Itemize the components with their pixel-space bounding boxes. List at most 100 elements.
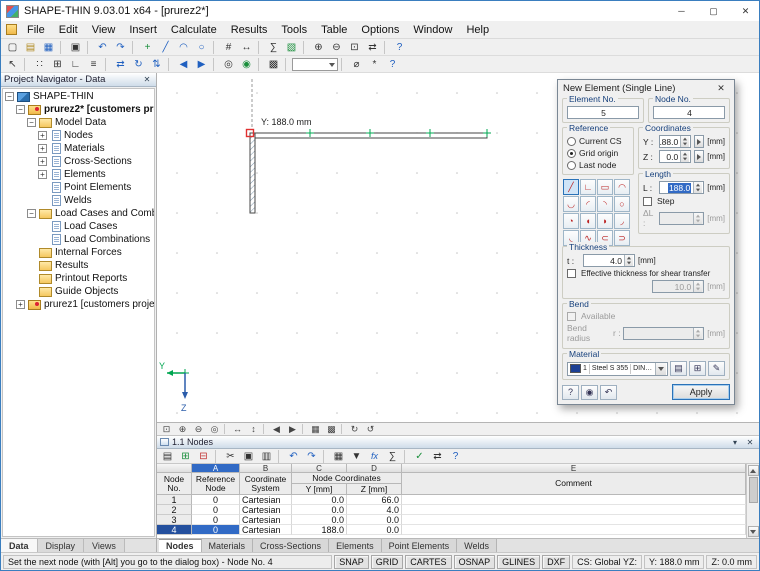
new-arc-icon[interactable]: ◠ xyxy=(175,40,192,55)
element-type-semicircle-left-icon[interactable]: ◖ xyxy=(580,213,596,229)
tree-expander-icon[interactable]: + xyxy=(38,131,47,140)
material-new-button[interactable]: ⊞ xyxy=(689,361,706,376)
visibility-icon[interactable]: ◉ xyxy=(238,57,255,72)
length-spinner[interactable] xyxy=(693,182,702,193)
material-library-button[interactable]: ▤ xyxy=(670,361,687,376)
grid-icon[interactable]: ∷ xyxy=(31,57,48,72)
mdi-child-icon[interactable] xyxy=(6,24,17,35)
menu-item[interactable]: Results xyxy=(224,21,275,38)
table-row[interactable]: 1 0 Cartesian 0.0 66.0 xyxy=(157,495,746,505)
zoom-in-icon[interactable]: ⊕ xyxy=(175,423,190,435)
navigator-tab[interactable]: Data xyxy=(1,539,38,552)
help-button[interactable]: ? xyxy=(562,385,579,400)
tree-item[interactable]: Guide Objects xyxy=(3,285,154,298)
separator[interactable] xyxy=(105,58,109,71)
column-letter-cell[interactable]: C xyxy=(292,464,347,473)
tree-item[interactable]: Printout Reports xyxy=(3,272,154,285)
table-scrollbar[interactable] xyxy=(746,464,759,538)
separator[interactable] xyxy=(213,58,217,71)
column-letter-cell[interactable]: B xyxy=(240,464,292,473)
pan-icon[interactable]: ⇄ xyxy=(364,40,381,55)
tree-expander-icon[interactable]: − xyxy=(5,92,14,101)
coordinate-system-cell[interactable]: Cartesian xyxy=(240,495,292,505)
tree-item[interactable]: − SHAPE-THIN xyxy=(3,90,154,103)
material-combo[interactable]: 1 Steel S 355 DIN EN 1993-1-1: xyxy=(567,362,668,376)
reference-node-cell[interactable]: 0 xyxy=(192,495,240,505)
reference-last-node-radio[interactable]: Last node xyxy=(567,159,629,171)
thickness-spinner[interactable] xyxy=(624,255,633,266)
next-view-icon[interactable]: ▶ xyxy=(193,57,210,72)
y-coordinate-cell[interactable]: 188.0 xyxy=(292,525,347,535)
pick-elements-button[interactable]: ◉ xyxy=(581,385,598,400)
header-reference-node[interactable]: Reference Node xyxy=(192,473,240,495)
menu-item[interactable]: Table xyxy=(314,21,354,38)
menu-item[interactable]: Help xyxy=(459,21,496,38)
comment-cell[interactable] xyxy=(402,495,746,505)
sum-icon[interactable]: ∑ xyxy=(384,449,401,464)
radio-icon[interactable] xyxy=(567,161,576,170)
tree-expander-icon[interactable]: + xyxy=(38,157,47,166)
coordinate-system-cell[interactable]: Cartesian xyxy=(240,525,292,535)
close-icon[interactable]: ✕ xyxy=(732,2,759,21)
tree-expander-icon[interactable]: − xyxy=(27,118,36,127)
row-number-cell[interactable]: 2 xyxy=(157,505,192,515)
drawing-area[interactable]: Y: 188.0 mm Y Z New Element xyxy=(157,73,759,423)
save-icon[interactable]: ▦ xyxy=(40,40,57,55)
table-row[interactable]: 3 0 Cartesian 0.0 0.0 xyxy=(157,515,746,525)
table-close-icon[interactable]: ✕ xyxy=(744,438,756,447)
separator[interactable] xyxy=(384,41,388,54)
element-type-rectangle-icon[interactable]: ▭ xyxy=(597,179,613,195)
menu-item[interactable]: File xyxy=(20,21,52,38)
separator[interactable] xyxy=(404,450,408,463)
menu-item[interactable]: Window xyxy=(406,21,459,38)
header-coordinate-system[interactable]: Coordinate System xyxy=(240,473,292,495)
column-letter-cell[interactable]: D xyxy=(347,464,402,473)
scroll-up-icon[interactable] xyxy=(748,465,759,476)
calculate-icon[interactable]: ∑ xyxy=(265,40,282,55)
coordinate-system-cell[interactable]: Cartesian xyxy=(240,515,292,525)
header-node-no[interactable]: Node No. xyxy=(157,473,192,495)
reference-node-cell[interactable]: 0 xyxy=(192,505,240,515)
status-toggle-button[interactable]: DXF xyxy=(542,555,570,569)
snap-icon[interactable]: ⊞ xyxy=(49,57,66,72)
dialog-close-icon[interactable]: ✕ xyxy=(713,83,729,94)
redo-icon[interactable]: ↷ xyxy=(303,449,320,464)
menu-item[interactable]: Edit xyxy=(52,21,85,38)
menu-item[interactable]: Options xyxy=(354,21,406,38)
coordinate-system-cell[interactable]: Cartesian xyxy=(240,505,292,515)
element-no-field[interactable]: 5 xyxy=(567,106,639,119)
minimize-icon[interactable]: ─ xyxy=(668,2,695,21)
row-number-cell[interactable]: 3 xyxy=(157,515,192,525)
settings-icon[interactable]: * xyxy=(366,57,383,72)
new-file-icon[interactable]: ▢ xyxy=(4,40,21,55)
separator[interactable] xyxy=(303,41,307,54)
y-spinner[interactable] xyxy=(680,136,689,147)
header-y[interactable]: Y [mm] xyxy=(292,484,347,495)
display-properties-icon[interactable]: ▩ xyxy=(265,57,282,72)
tree-item[interactable]: Load Cases xyxy=(3,220,154,233)
mirror-icon[interactable]: ⇅ xyxy=(148,57,165,72)
table-row[interactable]: 2 0 Cartesian 0.0 4.0 xyxy=(157,505,746,515)
row-number-cell[interactable]: 4 xyxy=(157,525,192,535)
z-pick-button[interactable] xyxy=(694,150,704,163)
element-type-curve-icon[interactable]: ⊃ xyxy=(614,230,630,246)
thickness-input[interactable]: 4.0 xyxy=(583,254,635,267)
length-input[interactable]: 188.0 xyxy=(659,181,704,194)
tree-item[interactable]: Internal Forces xyxy=(3,246,154,259)
z-coordinate-cell[interactable]: 0.0 xyxy=(347,515,402,525)
tree-expander-icon[interactable]: − xyxy=(27,209,36,218)
cut-icon[interactable]: ✂ xyxy=(222,449,239,464)
titlebar[interactable]: SHAPE-THIN 9.03.01 x64 - [prurez2*] ─ ▢ … xyxy=(1,1,759,21)
measure-icon[interactable]: ⌀ xyxy=(348,57,365,72)
tree-expander-icon[interactable]: + xyxy=(38,170,47,179)
navigator-close-icon[interactable]: ✕ xyxy=(141,75,153,84)
element-type-arc-center-icon[interactable]: ◡ xyxy=(563,196,579,212)
element-type-arc-3points-icon[interactable]: ◠ xyxy=(614,179,630,195)
help-cursor-icon[interactable]: ? xyxy=(384,57,401,72)
table-row[interactable]: 4 0 Cartesian 188.0 0.0 xyxy=(157,525,746,535)
zoom-out-icon[interactable]: ⊖ xyxy=(328,40,345,55)
print-icon[interactable]: ▣ xyxy=(67,40,84,55)
tree-item[interactable]: Welds xyxy=(3,194,154,207)
menu-item[interactable]: Calculate xyxy=(164,21,224,38)
z-coordinate-cell[interactable]: 66.0 xyxy=(347,495,402,505)
